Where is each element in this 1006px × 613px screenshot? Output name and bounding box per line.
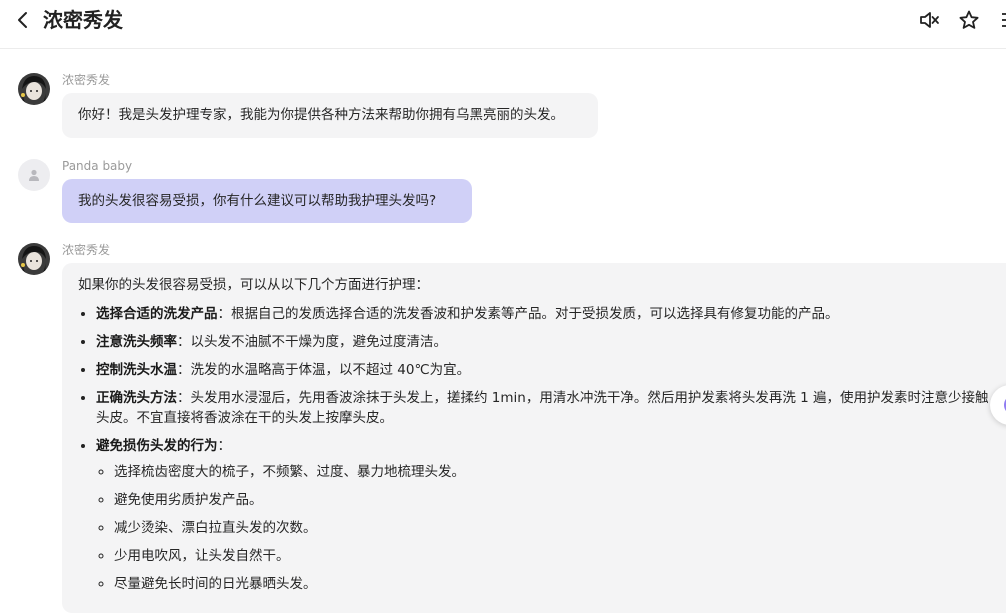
tip-title: 注意洗头频率 [96,334,177,350]
subtip-item: 选择梳齿密度大的梳子，不频繁、过度、暴力地梳理头发。 [114,462,996,482]
sender-name: 浓密秀发 [62,243,111,257]
chevron-left-icon [18,12,27,28]
menu-icon [1002,13,1006,27]
tip-text: ：根据自己的发质选择合适的洗发香波和护发素等产品。对于受损发质，可以选择具有修复… [217,306,839,322]
tip-text: ：洗发的水温略高于体温，以不超过 40℃为宜。 [177,362,471,378]
subtip-item: 尽量避免长时间的日光暴晒头发。 [114,574,996,594]
character-avatar-icon [18,243,50,275]
tip-title: 避免损伤头发的行为 [96,438,218,454]
tip-item: 正确洗头方法：头发用水浸湿后，先用香波涂抹于头发上，搓揉约 1min，用清水冲洗… [96,388,996,428]
reply-intro: 如果你的头发很容易受损，可以从以下几个方面进行护理： [78,277,429,293]
character-avatar-icon [18,73,50,105]
chat-header: 浓密秀发 [0,0,1006,49]
tip-item: 避免损伤头发的行为： 选择梳齿密度大的梳子，不频繁、过度、暴力地梳理头发。 避免… [96,436,996,594]
message-bubble: 你好！我是头发护理专家，我能为你提供各种方法来帮助你拥有乌黑亮丽的头发。 [62,93,598,138]
tip-title: 选择合适的洗发产品 [96,306,218,322]
tip-item: 控制洗头水温：洗发的水温略高于体温，以不超过 40℃为宜。 [96,360,996,380]
message-bubble: 如果你的头发很容易受损，可以从以下几个方面进行护理： 选择合适的洗发产品：根据自… [62,263,1006,613]
subtip-item: 避免使用劣质护发产品。 [114,490,996,510]
tip-item: 选择合适的洗发产品：根据自己的发质选择合适的洗发香波和护发素等产品。对于受损发质… [96,304,996,324]
user-avatar [18,159,50,191]
bot-avatar [18,73,50,105]
tips-list: 选择合适的洗发产品：根据自己的发质选择合适的洗发香波和护发素等产品。对于受损发质… [78,304,996,594]
tip-item: 注意洗头频率：以头发不油腻不干燥为度，避免过度清洁。 [96,332,996,352]
speaker-muted-icon [920,12,939,28]
tip-title: 正确洗头方法 [96,390,177,406]
sender-name: 浓密秀发 [62,73,111,87]
page-title: 浓密秀发 [43,8,123,32]
bot-avatar [18,243,50,275]
message-bubble: 我的头发很容易受损，你有什么建议可以帮助我护理头发吗? [62,179,472,223]
tip-title: 控制洗头水温 [96,362,177,378]
user-icon [29,169,39,181]
sender-name: Panda baby [62,159,133,173]
subtips-list: 选择梳齿密度大的梳子，不频繁、过度、暴力地梳理头发。 避免使用劣质护发产品。 减… [96,462,996,594]
tip-text: ：头发用水浸湿后，先用香波涂抹于头发上，搓揉约 1min，用清水冲洗干净。然后用… [96,390,989,426]
mute-button[interactable] [918,9,940,31]
menu-button[interactable] [996,9,1006,31]
tip-text: ：以头发不油腻不干燥为度，避免过度清洁。 [177,334,447,350]
tip-text: ： [217,438,232,454]
subtip-item: 少用电吹风，让头发自然干。 [114,546,996,566]
back-button[interactable] [12,9,34,31]
favorite-button[interactable] [958,9,980,31]
subtip-item: 减少烫染、漂白拉直头发的次数。 [114,518,996,538]
star-icon [959,10,979,29]
